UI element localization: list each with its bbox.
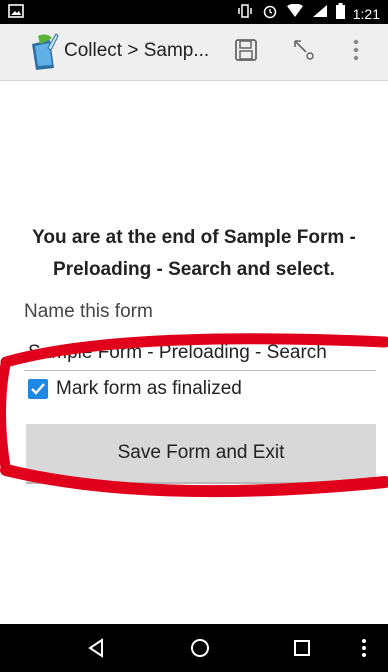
form-name-input[interactable] bbox=[24, 336, 376, 371]
odk-collect-logo-icon bbox=[28, 32, 60, 72]
jump-arrow-icon bbox=[291, 37, 317, 68]
status-bar: 1:21 bbox=[0, 0, 388, 24]
android-nav-bar bbox=[0, 624, 388, 672]
recents-square-icon bbox=[294, 640, 310, 656]
status-clock: 1:21 bbox=[352, 5, 380, 22]
home-button[interactable] bbox=[188, 636, 212, 660]
alarm-icon bbox=[262, 3, 278, 24]
app-title: Collect > Samp... bbox=[64, 40, 210, 61]
app-bar: Collect > Samp... bbox=[0, 24, 388, 81]
name-form-label: Name this form bbox=[24, 301, 153, 322]
go-to-prompt-button[interactable] bbox=[288, 36, 320, 68]
nav-overflow-button[interactable] bbox=[360, 636, 384, 660]
home-circle-icon bbox=[191, 639, 209, 657]
signal-icon bbox=[312, 4, 328, 23]
save-form-button[interactable] bbox=[230, 36, 262, 68]
save-form-and-exit-button[interactable]: Save Form and Exit bbox=[26, 424, 376, 484]
back-button[interactable] bbox=[84, 636, 108, 660]
mark-finalized-checkbox-row[interactable]: Mark form as finalized bbox=[28, 378, 242, 400]
floppy-disk-icon bbox=[234, 38, 258, 67]
more-vertical-icon bbox=[353, 39, 359, 66]
finalized-checkbox[interactable] bbox=[28, 379, 48, 399]
overflow-menu-button[interactable] bbox=[340, 36, 372, 68]
back-triangle-icon bbox=[88, 638, 103, 658]
wifi-icon bbox=[286, 3, 304, 23]
vibrate-icon bbox=[236, 4, 254, 23]
battery-icon bbox=[335, 3, 345, 24]
end-of-form-message: You are at the end of Sample Form - Prel… bbox=[32, 227, 356, 280]
recents-button[interactable] bbox=[290, 636, 314, 660]
finalized-label: Mark form as finalized bbox=[56, 378, 242, 399]
image-notification-icon bbox=[8, 4, 24, 18]
more-vertical-icon bbox=[362, 639, 366, 657]
